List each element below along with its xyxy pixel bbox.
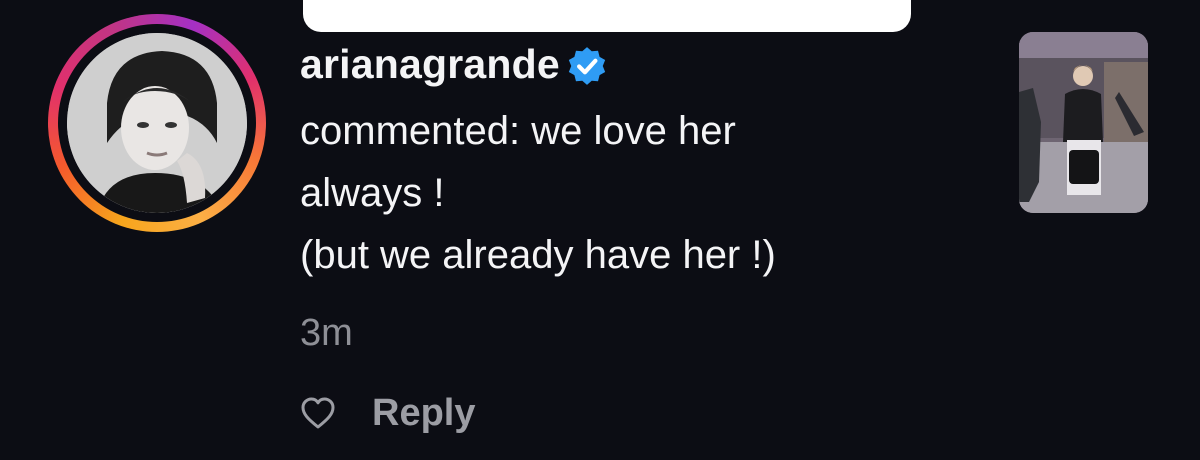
profile-avatar[interactable] <box>48 14 266 232</box>
username-row: arianagrande <box>300 36 608 92</box>
avatar-photo <box>67 33 247 213</box>
top-overlay-bar <box>303 0 911 32</box>
comment-timestamp: 3m <box>300 312 353 354</box>
post-thumbnail[interactable] <box>1019 32 1148 213</box>
reply-label[interactable]: Reply <box>372 392 475 435</box>
heart-outline-icon[interactable] <box>300 396 336 430</box>
post-thumbnail-image <box>1019 32 1148 213</box>
username-link[interactable]: arianagrande <box>300 41 560 88</box>
avatar-portrait <box>67 33 247 213</box>
reply-button[interactable]: Reply <box>300 385 475 441</box>
verified-badge-icon <box>568 47 606 85</box>
comment-text: commented: we love her always ! (but we … <box>300 109 776 277</box>
